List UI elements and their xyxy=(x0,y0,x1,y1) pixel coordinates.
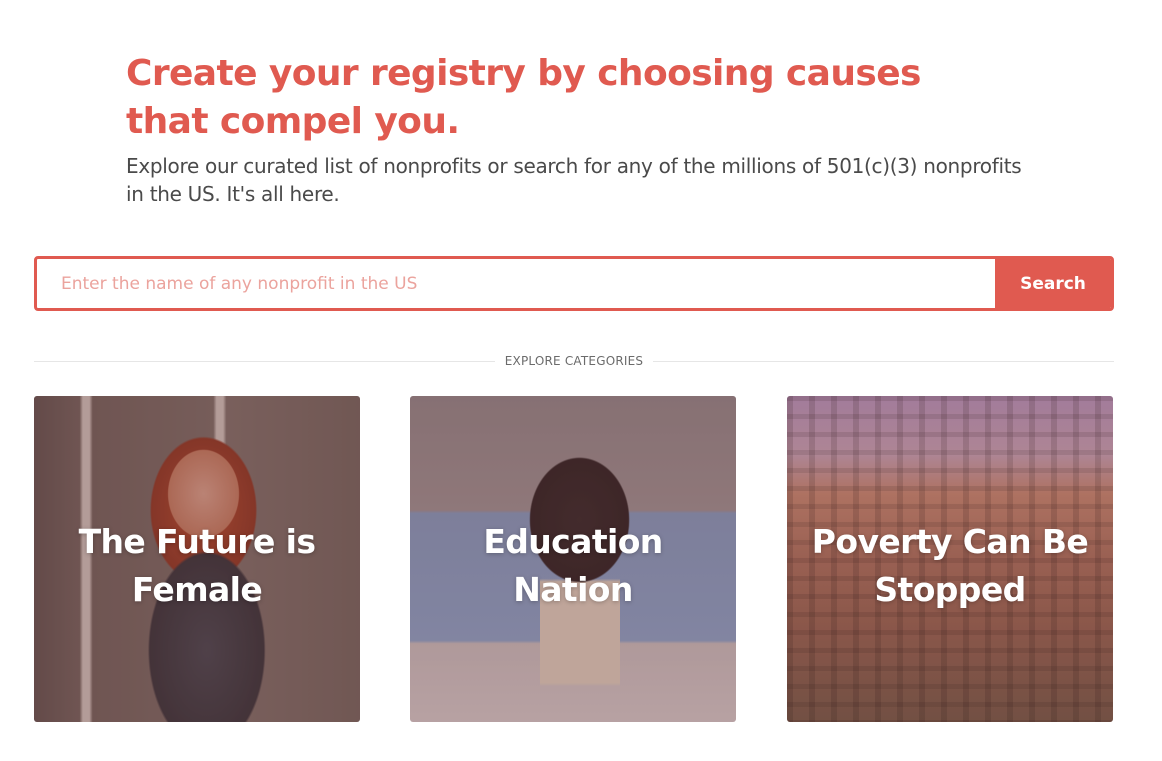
divider-line-right xyxy=(653,360,1114,362)
category-title: The Future is Female xyxy=(78,522,316,609)
category-card-poverty-can-be-stopped[interactable]: Poverty Can Be Stopped xyxy=(787,396,1113,722)
page-title: Create your registry by choosing causes … xyxy=(126,53,921,142)
section-label: EXPLORE CATEGORIES xyxy=(504,354,644,368)
category-title: Education Nation xyxy=(483,522,663,609)
category-card-future-is-female[interactable]: The Future is Female xyxy=(34,396,360,722)
page-subtitle: Explore our curated list of nonprofits o… xyxy=(126,154,1022,206)
search-button[interactable]: Search xyxy=(995,259,1111,308)
search-bar: Search xyxy=(34,256,1114,311)
search-input[interactable] xyxy=(37,259,995,308)
divider-line-left xyxy=(34,360,495,362)
category-card-education-nation[interactable]: Education Nation xyxy=(410,396,736,722)
explore-categories-divider: EXPLORE CATEGORIES xyxy=(34,351,1114,371)
category-title: Poverty Can Be Stopped xyxy=(811,522,1089,609)
